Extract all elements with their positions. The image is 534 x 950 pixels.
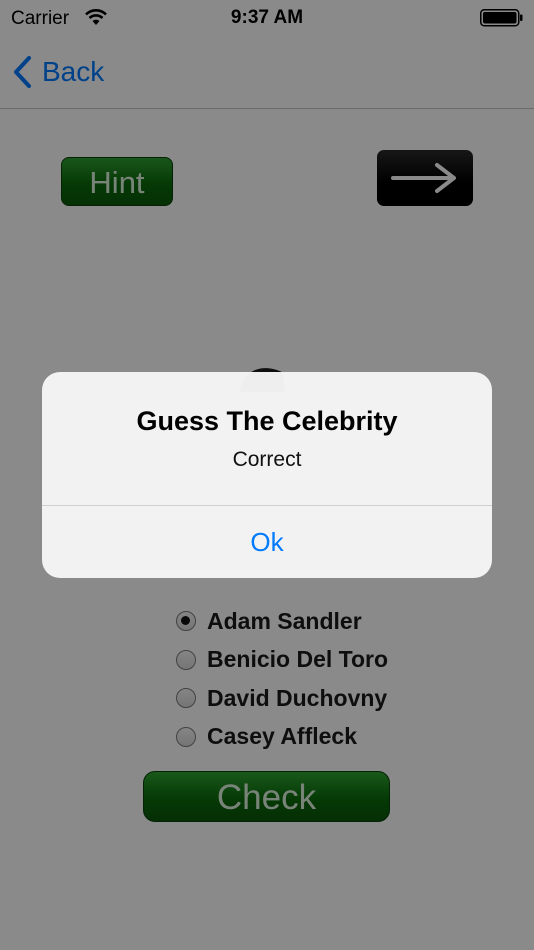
alert-body: Guess The Celebrity Correct xyxy=(42,372,492,505)
alert-message: Correct xyxy=(232,448,302,471)
alert-ok-button[interactable]: Ok xyxy=(42,506,492,578)
alert-title: Guess The Celebrity xyxy=(136,406,398,436)
alert-dialog: Guess The Celebrity Correct Ok xyxy=(42,372,492,578)
